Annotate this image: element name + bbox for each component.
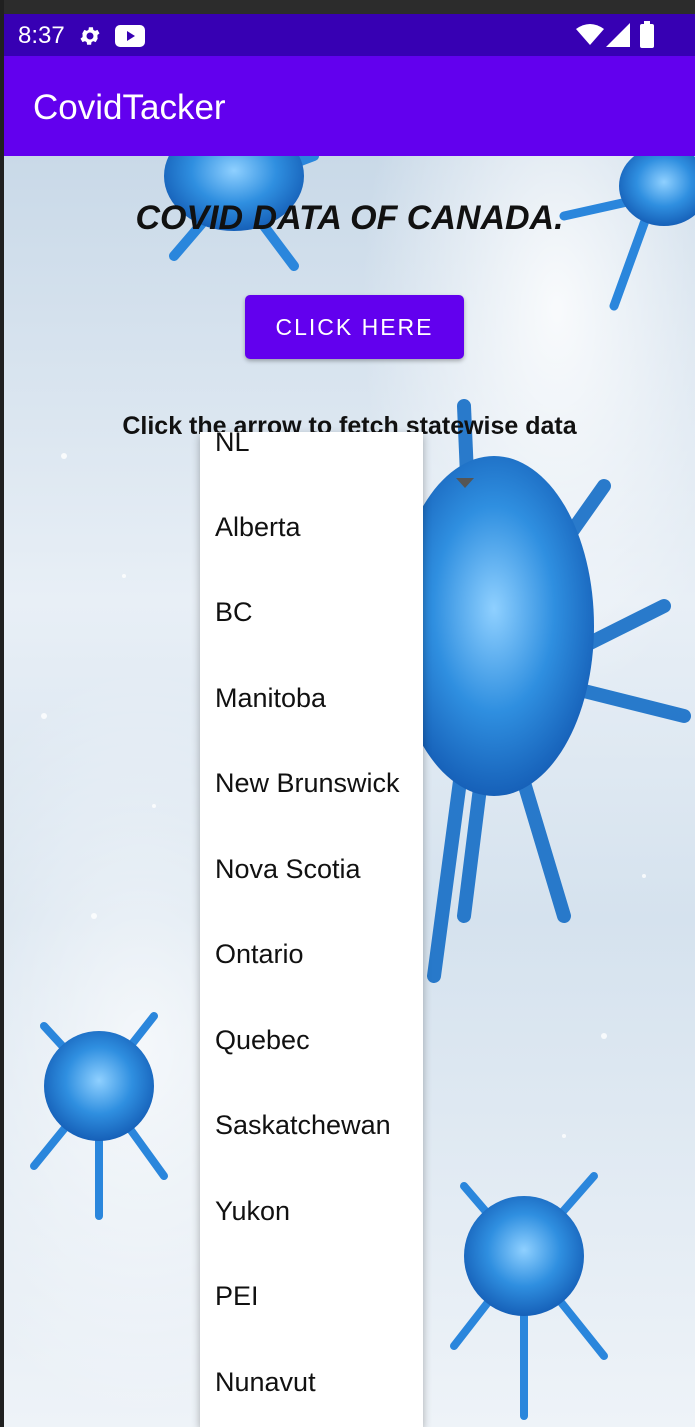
dropdown-item-yukon[interactable]: Yukon [200,1169,423,1254]
battery-icon [640,21,654,48]
province-dropdown-list: NL Alberta BC Manitoba New Brunswick Nov… [200,432,423,1427]
phone-screen: 8:37 CovidTacker COVID DATA OF CANADA. C… [4,0,695,1427]
dropdown-item-nl[interactable]: NL [200,432,423,485]
status-time: 8:37 [18,22,65,49]
signal-icon [606,23,630,47]
dropdown-item-manitoba[interactable]: Manitoba [200,656,423,741]
dropdown-item-new-brunswick[interactable]: New Brunswick [200,741,423,826]
app-title: CovidTacker [33,88,226,127]
dropdown-item-bc[interactable]: BC [200,570,423,655]
dropdown-item-pei[interactable]: PEI [200,1254,423,1339]
dropdown-item-ontario[interactable]: Ontario [200,912,423,997]
app-bar: CovidTacker [4,56,695,156]
dropdown-item-quebec[interactable]: Quebec [200,998,423,1083]
page-headline: COVID DATA OF CANADA. [135,199,564,237]
dropdown-item-saskatchewan[interactable]: Saskatchewan [200,1083,423,1168]
gear-icon [80,27,100,45]
dropdown-item-nunavut[interactable]: Nunavut [200,1340,423,1425]
status-bar: 8:37 [4,0,695,56]
youtube-icon [115,25,145,47]
wifi-icon [576,24,604,45]
dropdown-item-nova-scotia[interactable]: Nova Scotia [200,827,423,912]
click-here-button[interactable]: CLICK HERE [245,295,464,359]
dropdown-arrow-icon[interactable] [456,478,474,488]
dropdown-item-alberta[interactable]: Alberta [200,485,423,570]
